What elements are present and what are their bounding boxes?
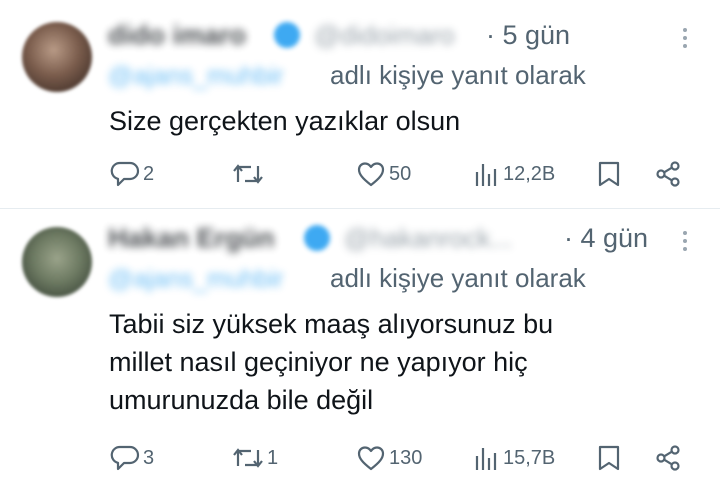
author-name[interactable]: Hakan Ergün	[108, 223, 275, 254]
tweet[interactable]: Hakan Ergün @hakanrock... · 4 gün @ajans…	[0, 209, 720, 498]
avatar[interactable]	[22, 22, 92, 92]
reply-count: 3	[143, 446, 155, 469]
bookmark-icon	[598, 161, 620, 187]
retweet-button[interactable]	[232, 160, 267, 188]
retweet-button[interactable]: 1	[232, 444, 278, 472]
tweet-text: Tabii siz yüksek maaş alıyorsunuz bu mil…	[109, 309, 554, 415]
views-button[interactable]: 12,2B	[474, 160, 555, 188]
share-button[interactable]	[654, 444, 682, 472]
like-count: 130	[389, 446, 423, 469]
reply-context: adlı kişiye yanıt olarak	[330, 263, 586, 293]
more-icon[interactable]	[682, 28, 688, 52]
views-icon	[475, 164, 497, 186]
reply-count: 2	[143, 162, 155, 185]
reply-mention[interactable]: @ajans_muhbir	[108, 265, 283, 294]
timestamp[interactable]: · 4 gün	[564, 223, 648, 254]
like-button[interactable]: 130	[356, 444, 422, 472]
retweet-icon	[233, 448, 263, 468]
bookmark-icon	[598, 445, 620, 471]
verified-badge-icon	[304, 225, 330, 251]
more-icon[interactable]	[682, 231, 688, 255]
heart-icon	[357, 446, 385, 471]
reply-icon	[110, 445, 140, 471]
views-count: 12,2B	[503, 162, 556, 185]
like-button[interactable]: 50	[356, 160, 411, 188]
retweet-count: 1	[267, 446, 279, 469]
views-button[interactable]: 15,7B	[474, 444, 555, 472]
heart-icon	[357, 162, 385, 187]
tweet[interactable]: dido imaro @didoimaro · 5 gün @ajans_muh…	[0, 0, 720, 208]
views-icon	[475, 448, 497, 470]
reply-button[interactable]: 2	[110, 160, 154, 188]
verified-badge-icon	[274, 22, 300, 48]
reply-icon	[110, 161, 140, 187]
like-count: 50	[389, 162, 412, 185]
share-icon	[656, 161, 680, 187]
bookmark-button[interactable]	[596, 444, 622, 472]
reply-mention[interactable]: @ajans_muhbir	[108, 62, 283, 91]
share-icon	[656, 445, 680, 471]
author-handle[interactable]: @hakanrock...	[344, 223, 512, 254]
bookmark-button[interactable]	[596, 160, 622, 188]
reply-context: adlı kişiye yanıt olarak	[330, 60, 586, 90]
views-count: 15,7B	[503, 446, 556, 469]
tweet-text: Size gerçekten yazıklar olsun	[109, 106, 461, 136]
reply-button[interactable]: 3	[110, 444, 154, 472]
avatar[interactable]	[22, 227, 92, 297]
share-button[interactable]	[654, 160, 682, 188]
author-name[interactable]: dido imaro	[108, 20, 246, 51]
author-handle[interactable]: @didoimaro	[314, 20, 455, 51]
timestamp[interactable]: · 5 gün	[486, 20, 570, 51]
retweet-icon	[233, 164, 263, 184]
